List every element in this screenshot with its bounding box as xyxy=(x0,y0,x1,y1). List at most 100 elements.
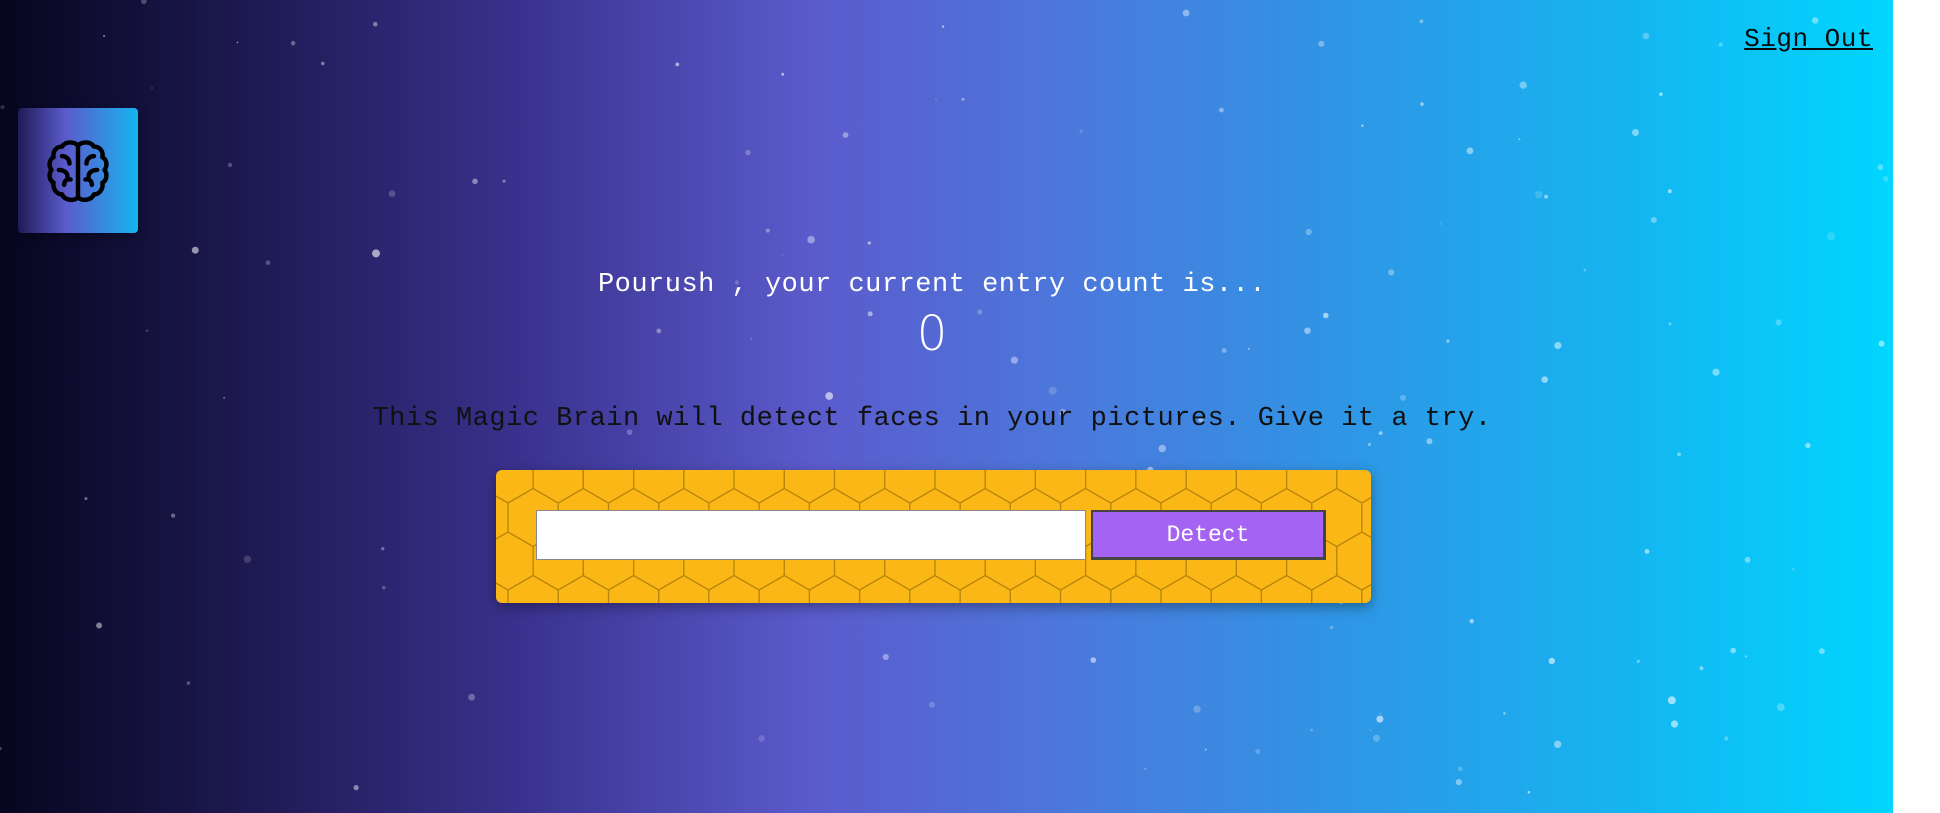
hex-cell xyxy=(507,574,559,603)
hex-cell xyxy=(1185,470,1237,504)
particle-dot xyxy=(961,97,965,101)
particle-dot xyxy=(1090,657,1097,663)
particle-dot xyxy=(1048,386,1057,395)
hex-cell xyxy=(496,470,534,504)
hex-cell xyxy=(1361,584,1371,603)
particle-dot xyxy=(382,586,386,590)
particle-dot xyxy=(321,61,325,66)
particle-dot xyxy=(1255,749,1261,754)
hex-cell xyxy=(1336,531,1371,591)
sign-out-link[interactable]: Sign Out xyxy=(1744,24,1873,54)
particle-dot xyxy=(1812,17,1819,24)
particle-dot xyxy=(1554,740,1562,748)
particle-dot xyxy=(1677,452,1681,457)
particle-dot xyxy=(1667,696,1676,705)
particle-dot xyxy=(1455,779,1462,786)
particle-dot xyxy=(1650,217,1657,223)
particle-dot xyxy=(1535,191,1543,199)
hex-cell xyxy=(496,531,534,591)
particle-dot xyxy=(1878,340,1885,347)
particle-dot xyxy=(1791,567,1795,571)
particle-dot xyxy=(765,228,770,233)
particle-dot xyxy=(1659,92,1663,96)
particle-dot xyxy=(745,149,751,156)
rank-message: Pourush , your current entry count is... xyxy=(597,270,1267,300)
particle-dot xyxy=(1310,728,1313,732)
particle-dot xyxy=(1193,705,1201,713)
particle-dot xyxy=(388,190,396,198)
hex-cell xyxy=(758,574,810,603)
particle-dot xyxy=(1400,394,1406,401)
hex-cell xyxy=(884,470,936,504)
hex-cell xyxy=(909,574,961,603)
hex-cell xyxy=(959,574,1011,603)
particle-dot xyxy=(1724,736,1729,741)
brain-icon xyxy=(47,139,109,202)
particle-dot xyxy=(1373,734,1380,742)
particle-dot xyxy=(1426,438,1433,445)
particle-dot xyxy=(84,497,88,501)
particle-dot xyxy=(1883,176,1889,182)
hex-cell xyxy=(833,470,886,504)
particle-dot xyxy=(1877,164,1884,171)
particle-dot xyxy=(1369,729,1372,732)
hex-cell xyxy=(607,574,660,603)
detect-button[interactable]: Detect xyxy=(1091,510,1326,560)
particle-dot xyxy=(781,254,784,257)
image-url-input[interactable] xyxy=(536,510,1086,560)
particle-dot xyxy=(1219,107,1224,113)
particle-dot xyxy=(1367,442,1371,447)
particle-dot xyxy=(758,735,765,742)
particle-dot xyxy=(1518,138,1521,141)
particle-dot xyxy=(1670,720,1679,728)
particle-dot xyxy=(1636,659,1640,663)
hex-cell xyxy=(733,470,785,504)
hex-cell xyxy=(1135,470,1187,504)
particle-dot xyxy=(867,241,871,245)
particle-dot xyxy=(842,132,849,138)
particle-dot xyxy=(1318,40,1325,47)
particle-dot xyxy=(1376,715,1384,723)
particle-dot xyxy=(1642,32,1650,40)
particle-dot xyxy=(1419,19,1424,24)
particle-dot xyxy=(171,513,176,518)
particle-dot xyxy=(1699,666,1704,671)
hex-cell xyxy=(496,582,509,603)
hex-cell xyxy=(783,470,836,504)
particle-dot xyxy=(825,392,834,400)
particle-dot xyxy=(1469,618,1474,624)
particle-dot xyxy=(186,681,191,685)
particle-dot xyxy=(941,25,945,28)
hex-cell xyxy=(1260,574,1313,603)
particle-dot xyxy=(781,72,785,76)
hex-cell xyxy=(1285,470,1338,504)
particle-dot xyxy=(381,547,385,551)
particle-dot xyxy=(1158,444,1167,453)
particle-dot xyxy=(227,162,233,168)
hex-cell xyxy=(582,470,635,504)
particle-dot xyxy=(1548,657,1556,665)
particle-dot xyxy=(1712,368,1720,376)
particle-dot xyxy=(675,62,680,67)
hex-cell xyxy=(1361,497,1371,538)
app-background: Sign Out Pourush , your current entry co… xyxy=(0,0,1893,813)
particle-dot xyxy=(1305,228,1312,236)
particle-dot xyxy=(1143,767,1147,771)
particle-dot xyxy=(1730,647,1736,654)
hex-cell xyxy=(633,470,685,504)
particle-dot xyxy=(472,178,478,185)
hex-cell xyxy=(1235,470,1288,504)
particle-dot xyxy=(1819,648,1825,655)
particle-dot xyxy=(1204,748,1207,751)
particle-dot xyxy=(1667,189,1672,194)
particle-dot xyxy=(1544,194,1549,199)
hex-cell xyxy=(557,574,610,603)
particle-dot xyxy=(103,35,106,38)
particle-dot xyxy=(1182,9,1190,17)
hex-cell xyxy=(934,470,986,504)
particle-dot xyxy=(0,746,2,751)
particle-dot xyxy=(141,0,147,5)
particle-dot xyxy=(1827,232,1835,241)
hex-cell xyxy=(1160,574,1212,603)
particle-dot xyxy=(807,235,815,244)
